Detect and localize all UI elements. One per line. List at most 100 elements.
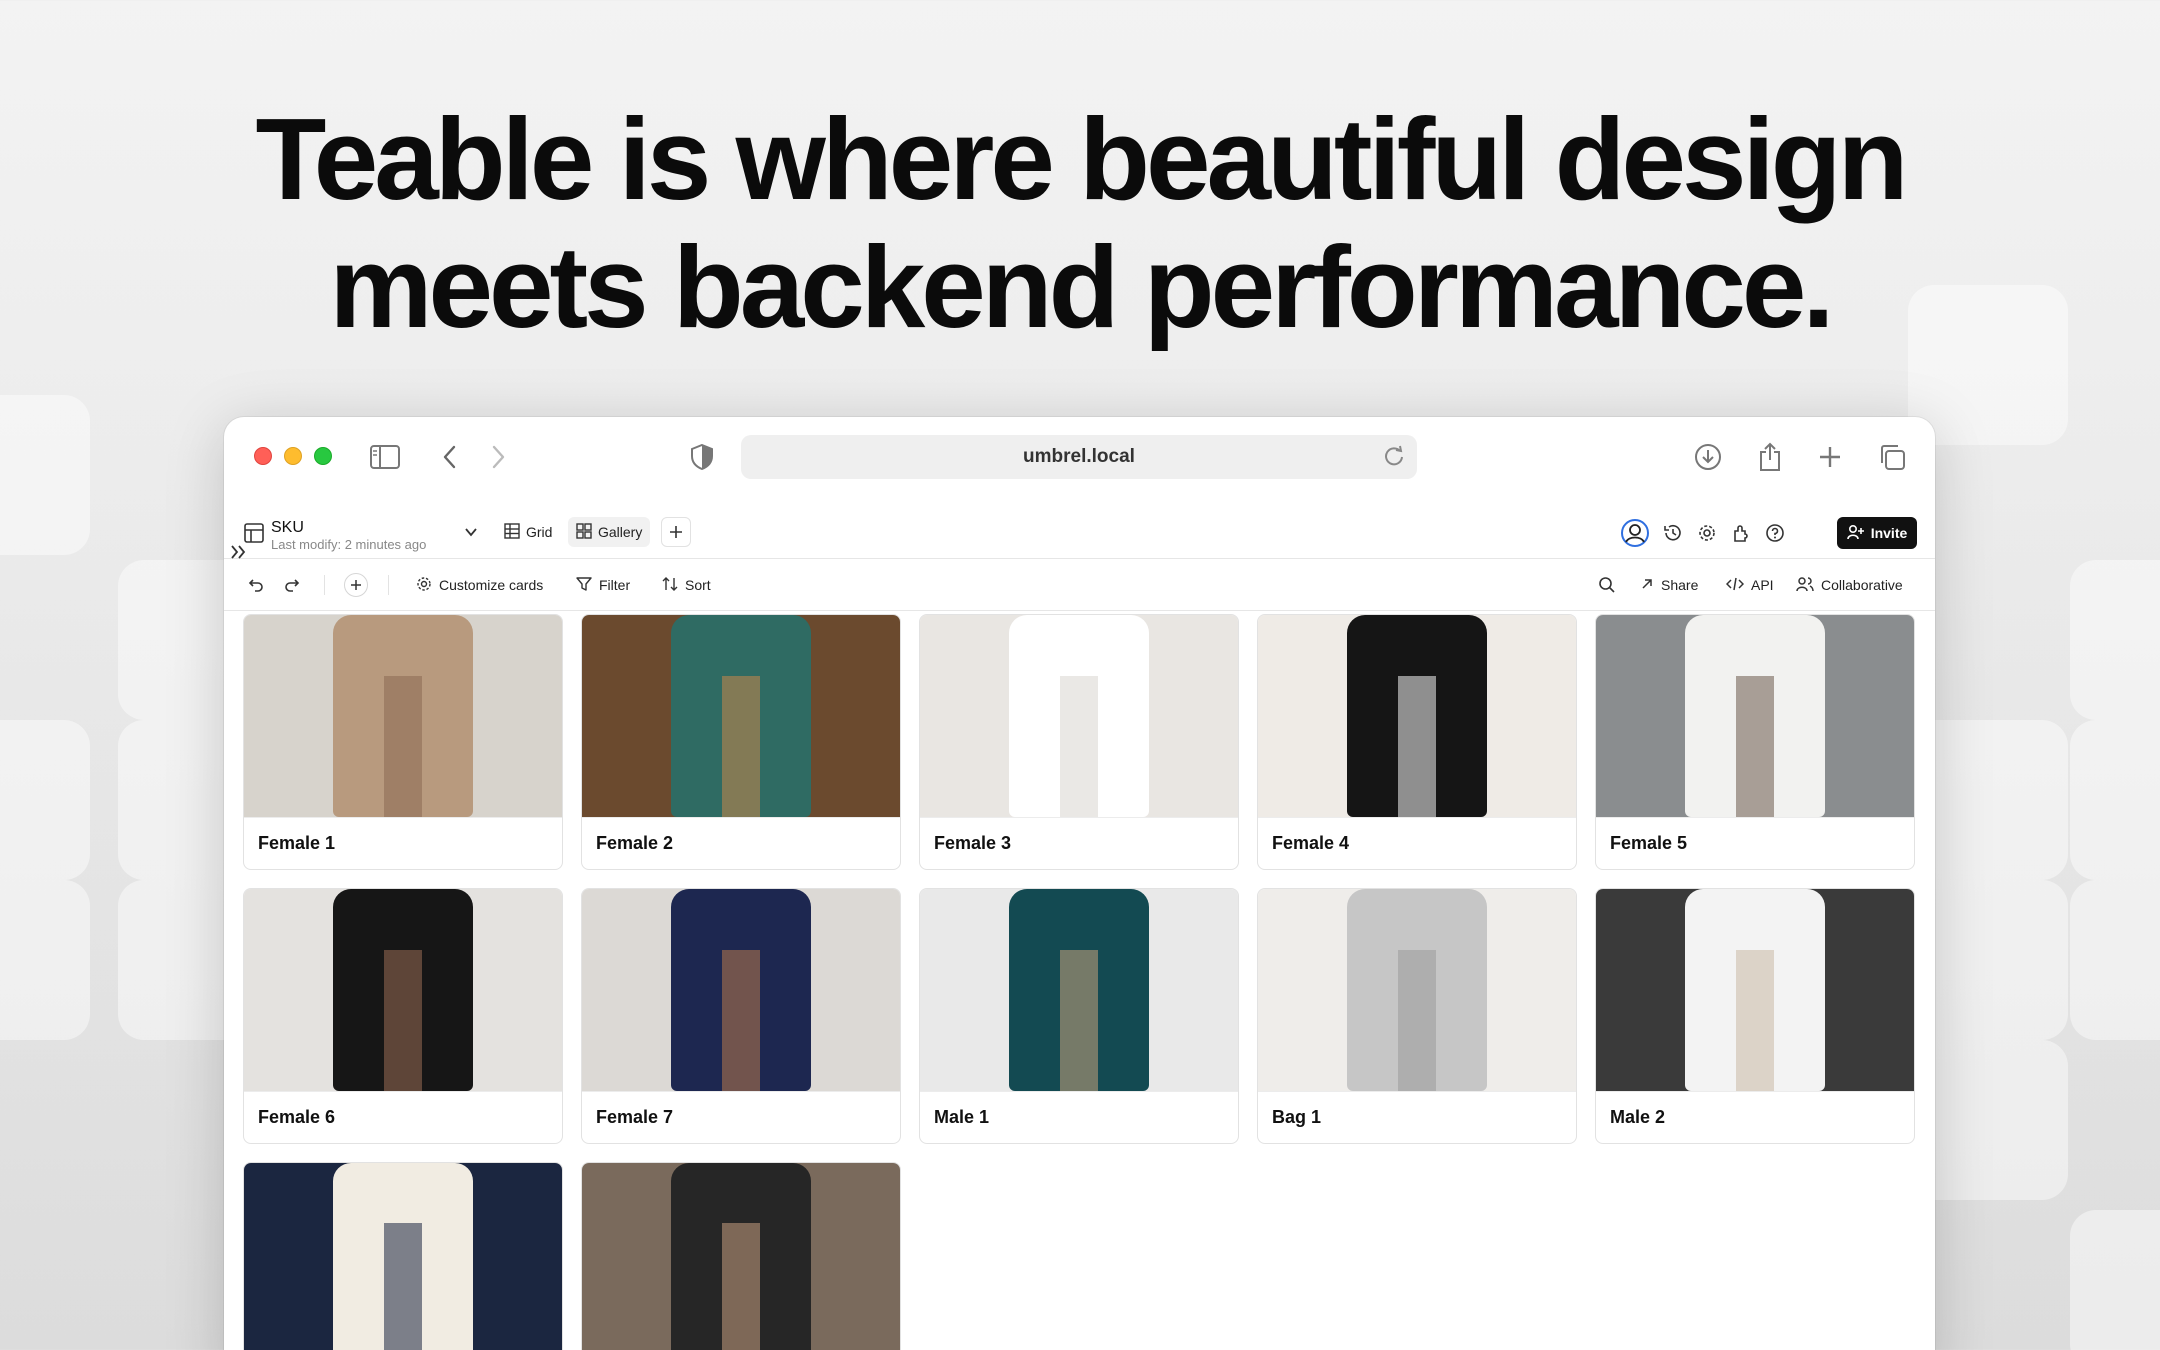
background-tile (2070, 720, 2160, 880)
card-image (920, 615, 1238, 817)
arrow-up-right-icon (1640, 577, 1654, 594)
minimize-window-button[interactable] (284, 447, 302, 465)
browser-titlebar: umbrel.local (224, 417, 1935, 497)
sidebar-icon[interactable] (369, 441, 401, 473)
gallery-card[interactable]: Male 1 (919, 888, 1239, 1144)
close-window-button[interactable] (254, 447, 272, 465)
background-tile (2070, 560, 2160, 720)
forward-icon[interactable] (482, 441, 514, 473)
background-tile (0, 395, 90, 555)
card-title: Female 6 (244, 1091, 562, 1143)
customize-cards-label: Customize cards (439, 577, 544, 593)
plus-icon (344, 573, 368, 597)
view-tab-label: Grid (526, 524, 553, 540)
card-image (920, 889, 1238, 1091)
shield-icon[interactable] (686, 441, 718, 473)
view-tab-gallery[interactable]: Gallery (568, 517, 651, 547)
card-image (1258, 889, 1576, 1091)
card-image (244, 889, 562, 1091)
gallery-card[interactable]: Female 7 (581, 888, 901, 1144)
sort-label: Sort (685, 577, 711, 593)
hero-headline: Teable is where beautiful design meets b… (0, 95, 2160, 351)
address-bar[interactable]: umbrel.local (741, 435, 1417, 479)
share-label: Share (1661, 577, 1699, 593)
background-tile (2070, 1210, 2160, 1350)
gallery-card[interactable]: Female 6 (243, 888, 563, 1144)
grid-icon (504, 522, 520, 542)
share-button[interactable]: Share (1640, 573, 1698, 597)
gallery-card[interactable]: Bag 1 (1257, 888, 1577, 1144)
history-icon[interactable] (1663, 523, 1683, 548)
table-name[interactable]: SKU (271, 519, 304, 537)
plugin-icon[interactable] (1731, 523, 1751, 548)
download-icon[interactable] (1692, 441, 1724, 473)
card-title: Female 3 (920, 817, 1238, 869)
share-icon[interactable] (1754, 441, 1786, 473)
redo-icon[interactable] (284, 573, 300, 597)
background-tile (0, 880, 90, 1040)
card-image (582, 1163, 900, 1350)
filter-button[interactable]: Filter (576, 573, 630, 597)
gallery-card[interactable]: Female 1 (243, 614, 563, 870)
reload-icon[interactable] (1383, 445, 1405, 473)
new-tab-icon[interactable] (1814, 441, 1846, 473)
gallery-card[interactable] (243, 1162, 563, 1350)
collaborative-label: Collaborative (1821, 577, 1903, 593)
api-button[interactable]: API (1725, 573, 1774, 597)
users-icon (1796, 576, 1814, 595)
add-view-button[interactable] (661, 517, 691, 547)
add-record-button[interactable] (344, 573, 368, 597)
api-label: API (1751, 577, 1774, 593)
url-text: umbrel.local (1023, 446, 1135, 467)
card-title: Female 5 (1596, 817, 1914, 869)
sort-button[interactable]: Sort (662, 573, 711, 597)
invite-button[interactable]: Invite (1837, 517, 1917, 549)
customize-cards-button[interactable]: Customize cards (416, 573, 543, 597)
card-image (1596, 889, 1914, 1091)
settings-icon[interactable] (1697, 523, 1717, 548)
sort-icon (662, 576, 678, 595)
card-image (244, 1163, 562, 1350)
card-title: Female 4 (1258, 817, 1576, 869)
background-tile (2070, 880, 2160, 1040)
zoom-window-button[interactable] (314, 447, 332, 465)
help-icon[interactable] (1765, 523, 1785, 548)
card-title: Male 2 (1596, 1091, 1914, 1143)
tabs-overview-icon[interactable] (1876, 441, 1908, 473)
card-image (582, 889, 900, 1091)
avatar[interactable] (1621, 519, 1649, 552)
card-image (244, 615, 562, 817)
gallery-card[interactable]: Female 2 (581, 614, 901, 870)
gallery-card[interactable]: Male 2 (1595, 888, 1915, 1144)
card-title: Female 2 (582, 817, 900, 869)
user-plus-icon (1846, 524, 1865, 543)
filter-label: Filter (599, 577, 631, 593)
code-icon (1725, 577, 1745, 594)
view-tab-grid[interactable]: Grid (496, 517, 560, 547)
card-image (582, 615, 900, 817)
gallery-card[interactable]: Female 5 (1595, 614, 1915, 870)
view-toolbar: Customize cards Filter Sort Share API Co… (224, 559, 1935, 611)
settings-icon (416, 576, 432, 595)
gallery-card[interactable]: Female 3 (919, 614, 1239, 870)
gallery-icon (576, 522, 592, 542)
back-icon[interactable] (434, 441, 466, 473)
card-title: Bag 1 (1258, 1091, 1576, 1143)
gallery-card[interactable]: Female 4 (1257, 614, 1577, 870)
divider (324, 575, 325, 595)
window-controls (254, 447, 332, 465)
background-tile (0, 720, 90, 880)
divider (388, 575, 389, 595)
view-tab-label: Gallery (598, 524, 643, 540)
headline-line-1: Teable is where beautiful design (255, 94, 1909, 224)
card-title: Female 7 (582, 1091, 900, 1143)
gallery-card[interactable] (581, 1162, 901, 1350)
header-actions (1621, 519, 1785, 552)
card-title: Male 1 (920, 1091, 1238, 1143)
chevron-down-icon[interactable] (464, 525, 478, 544)
last-modified-text: Last modify: 2 minutes ago (271, 537, 427, 552)
collaborative-button[interactable]: Collaborative (1796, 573, 1903, 597)
invite-label: Invite (1870, 525, 1908, 541)
search-icon[interactable] (1598, 573, 1616, 597)
undo-icon[interactable] (248, 573, 264, 597)
